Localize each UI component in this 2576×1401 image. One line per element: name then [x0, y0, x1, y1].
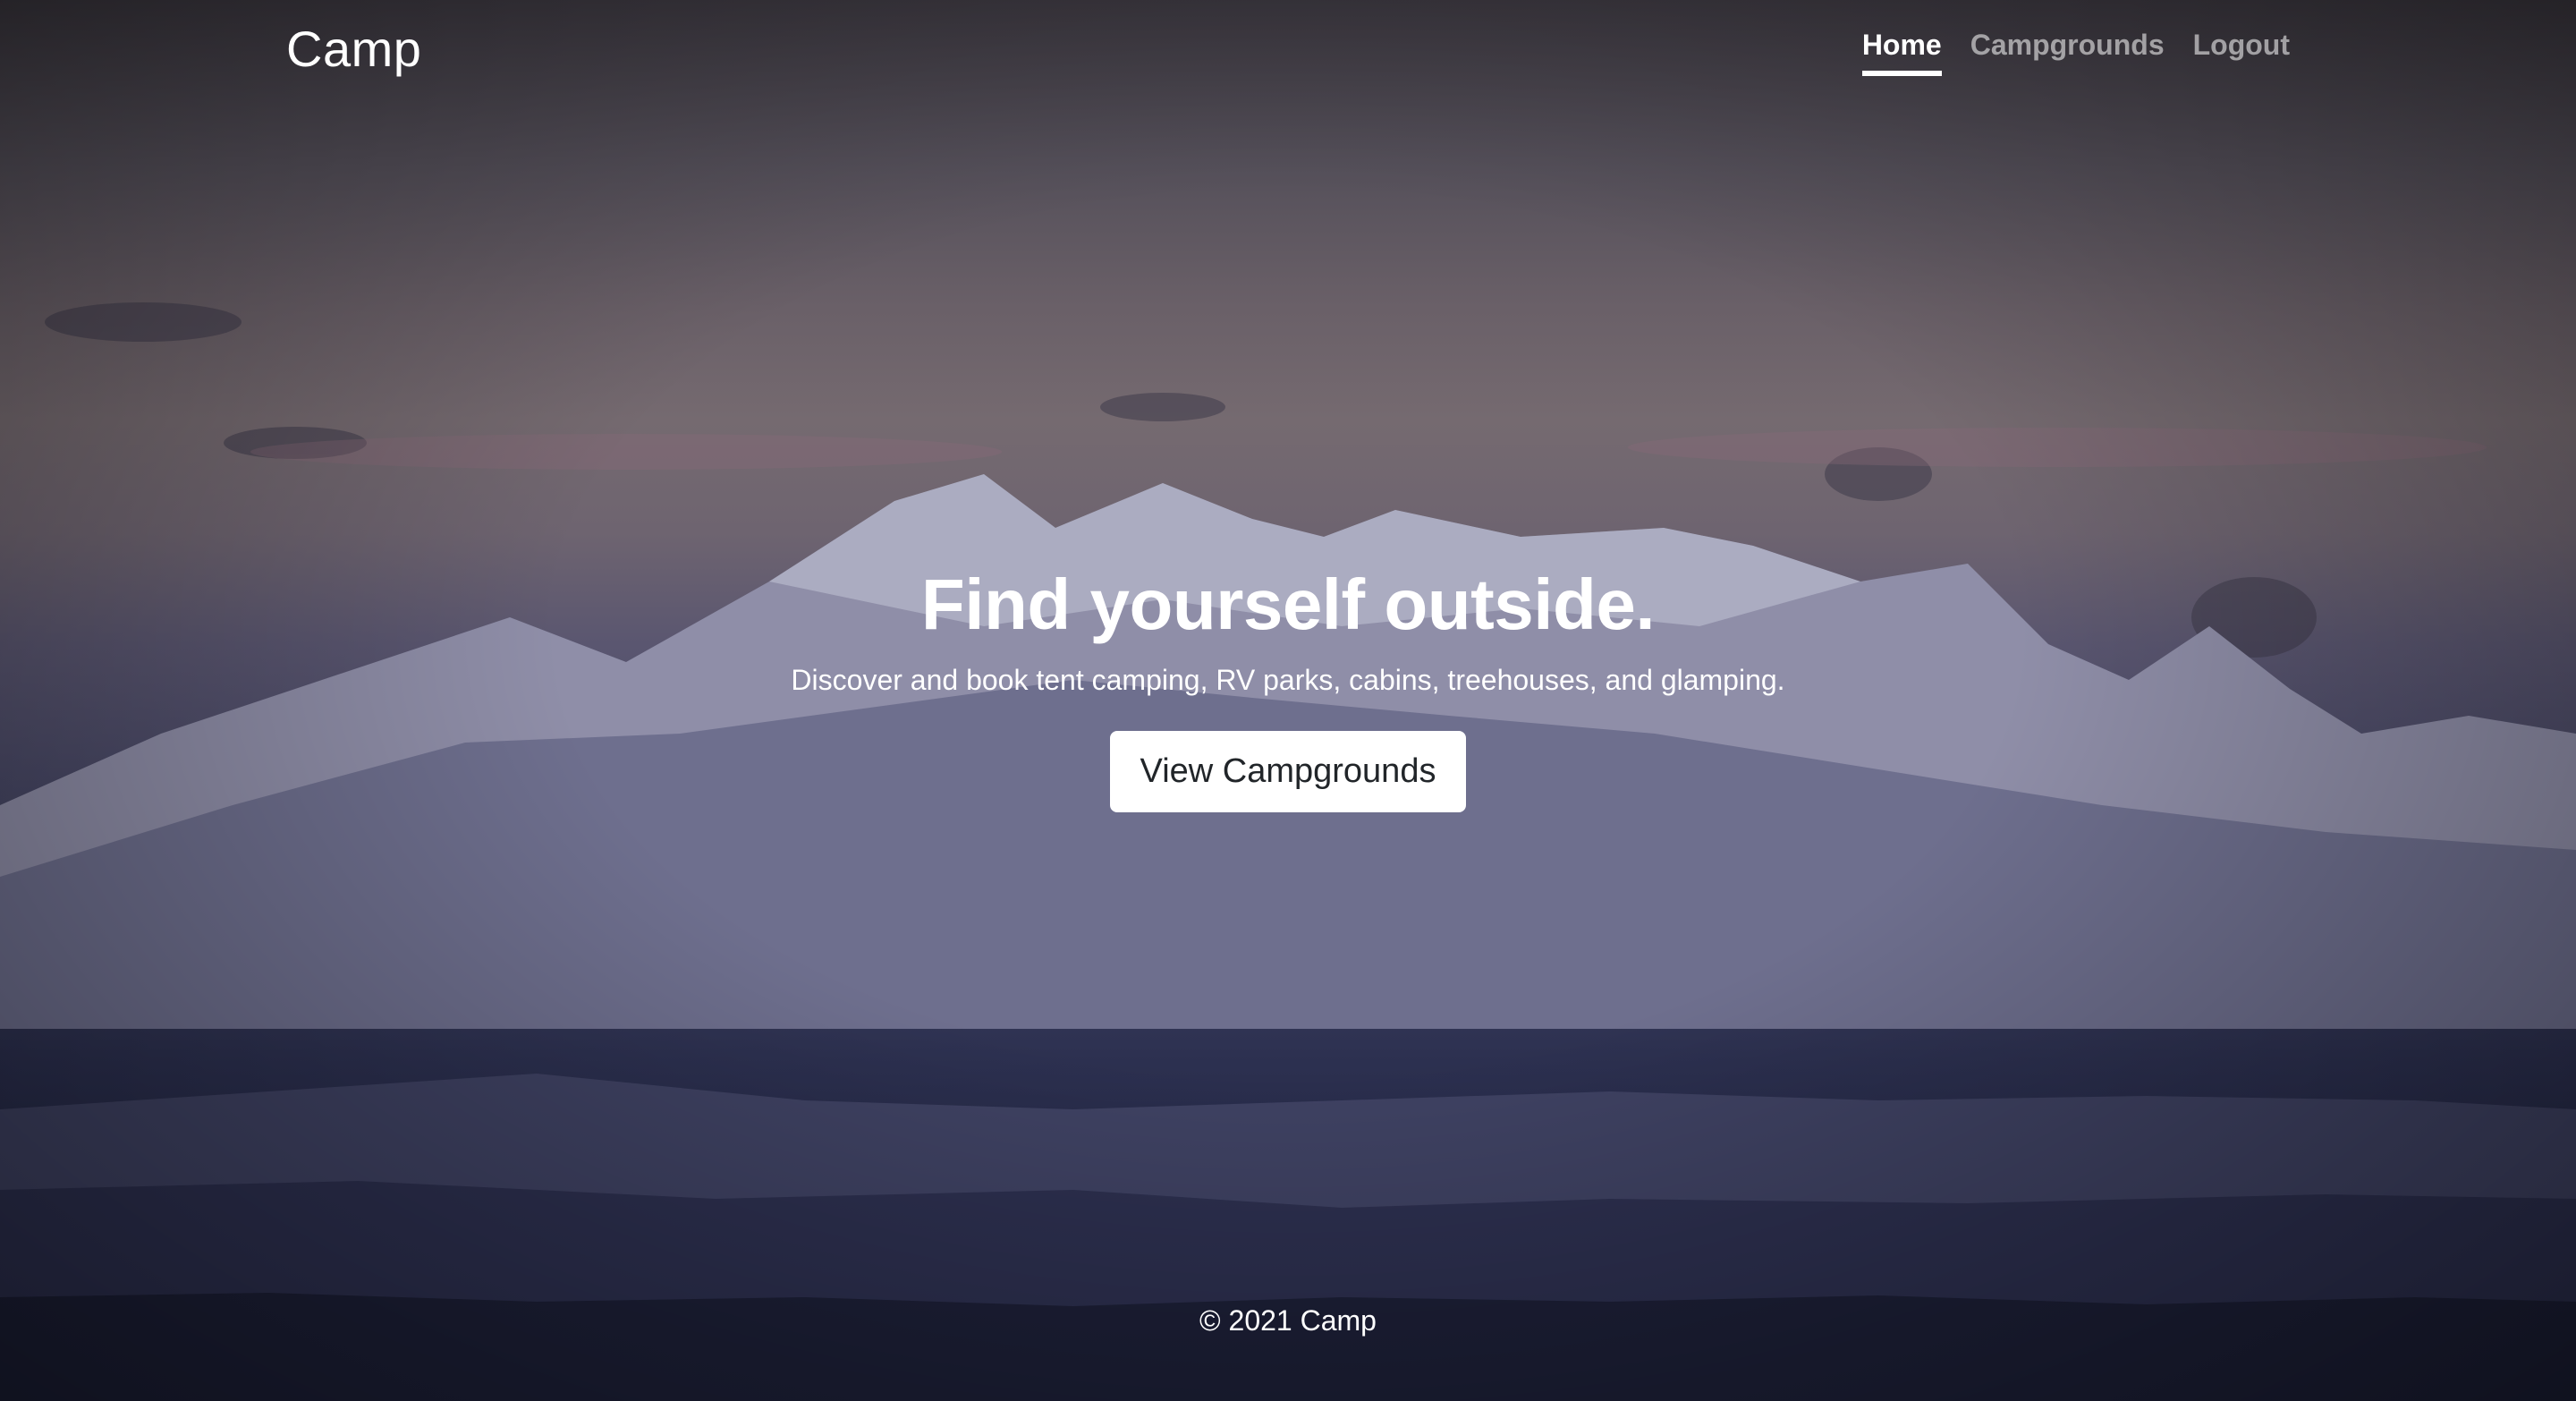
main-nav: Home Campgrounds Logout	[1861, 29, 2290, 76]
hero-subheadline: Discover and book tent camping, RV parks…	[791, 664, 1785, 696]
page-footer: © 2021 Camp	[0, 1304, 2576, 1337]
nav-link-campgrounds[interactable]: Campgrounds	[1970, 29, 2165, 76]
view-campgrounds-button[interactable]: View Campgrounds	[1109, 731, 1467, 812]
hero-background: Camp Home Campgrounds Logout Find yourse…	[0, 0, 2576, 1401]
hero-headline: Find yourself outside.	[920, 565, 1656, 644]
top-navbar: Camp Home Campgrounds Logout	[0, 0, 2576, 98]
nav-link-logout[interactable]: Logout	[2193, 29, 2290, 76]
nav-link-home[interactable]: Home	[1861, 29, 1942, 76]
copyright-text: © 2021 Camp	[1199, 1304, 1377, 1337]
hero-content: Find yourself outside. Discover and book…	[0, 564, 2576, 812]
brand-logo[interactable]: Camp	[286, 20, 421, 78]
